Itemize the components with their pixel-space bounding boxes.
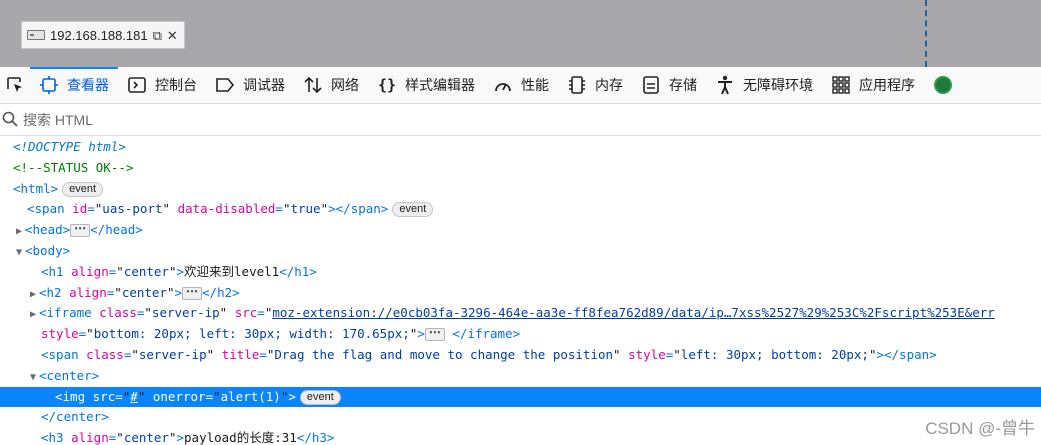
tree-node-body[interactable]: ▼ <body> [0,241,1041,262]
tab-style-editor[interactable]: {} 样式编辑器 [368,67,484,104]
expand-arrow-icon[interactable]: ▶ [27,285,39,304]
tab-performance[interactable]: 性能 [484,67,558,104]
event-badge[interactable]: event [299,389,341,405]
event-badge[interactable]: event [392,202,434,218]
search-icon [2,111,18,130]
tree-node-center-close[interactable]: </center> [0,407,1041,428]
tab-label: 内存 [595,78,623,94]
memory-icon [567,75,587,95]
collapse-arrow-icon[interactable]: ▼ [27,368,39,387]
search-input[interactable] [23,112,323,128]
tab-label: 网络 [331,78,359,94]
ip-chip[interactable]: 192.168.188.181 ⧉ ✕ [21,21,185,49]
extension-icon[interactable] [934,76,952,94]
tree-node-h3[interactable]: <h3 align="center">payload的长度:31</h3> [0,428,1041,445]
tab-application[interactable]: 应用程序 [822,67,924,104]
tab-label: 性能 [521,78,549,94]
tree-node-span-server-ip[interactable]: <span class="server-ip" title="Drag the … [0,345,1041,366]
collapsed-ellipsis[interactable]: ⋯ [424,326,445,342]
tree-node-iframe[interactable]: ▶ <iframe class="server-ip" src="moz-exte… [0,303,1041,324]
expand-arrow-icon[interactable]: ▶ [13,222,25,241]
tree-node-iframe-cont[interactable]: style="bottom: 20px; left: 30px; width: … [0,324,1041,345]
tree-node-head[interactable]: ▶ <head> ⋯ </head> [0,220,1041,241]
tree-node-comment[interactable]: <!--STATUS OK--> [0,158,1041,179]
server-icon [27,30,45,40]
iframe-src-link[interactable]: moz-extension://e0cb03fa-3296-464e-aa3e-… [272,305,994,320]
html-search-bar [0,105,1041,136]
markup-tree: <!DOCTYPE html> <!--STATUS OK--> <html> e… [0,137,1041,445]
tree-node-h1[interactable]: <h1 align="center">欢迎来到level1</h1> [0,262,1041,283]
devtools-toolbar: 查看器 控制台 调试器 网络 {} 样式编辑器 性能 内存 存储 无障碍环境 应… [0,66,1041,104]
tab-label: 样式编辑器 [405,78,475,94]
element-picker-icon[interactable] [0,67,30,104]
tab-accessibility[interactable]: 无障碍环境 [706,67,822,104]
tab-memory[interactable]: 内存 [558,67,632,104]
debugger-icon [215,75,235,95]
ip-address: 192.168.188.181 [50,27,148,43]
network-icon [303,75,323,95]
tab-label: 调试器 [243,78,285,94]
tab-inspector[interactable]: 查看器 [30,66,118,104]
tree-node-span[interactable]: <span id="uas-port" data-disabled="true"… [0,199,1041,220]
drag-guide-line [925,0,927,67]
tab-label: 存储 [669,78,697,94]
tree-node-doctype[interactable]: <!DOCTYPE html> [0,137,1041,158]
tree-node-center[interactable]: ▼ <center> [0,366,1041,387]
application-icon [831,75,851,95]
event-badge[interactable]: event [62,181,104,197]
close-icon[interactable]: ✕ [167,29,178,42]
tab-label: 应用程序 [859,78,915,94]
tab-label: 控制台 [155,78,197,94]
performance-icon [493,75,513,95]
tab-network[interactable]: 网络 [294,67,368,104]
tree-node-img-selected[interactable]: <img src="#" onerror="alert(1)"> event [0,386,1041,408]
style-editor-icon: {} [377,76,397,94]
expand-arrow-icon[interactable]: ▶ [27,305,39,324]
tab-storage[interactable]: 存储 [632,67,706,104]
inspector-icon [39,75,59,95]
console-icon [127,75,147,95]
collapsed-ellipsis[interactable]: ⋯ [182,285,203,300]
collapse-arrow-icon[interactable]: ▼ [13,243,25,262]
tab-debugger[interactable]: 调试器 [206,67,294,104]
tree-node-h2[interactable]: ▶ <h2 align="center"> ⋯ </h2> [0,283,1041,304]
tab-label: 无障碍环境 [743,78,813,94]
watermark: CSDN @-曾牛 [925,419,1035,438]
copy-icon[interactable]: ⧉ [153,29,162,42]
page-viewport: 192.168.188.181 ⧉ ✕ [0,0,1041,67]
tree-node-html[interactable]: <html> event [0,179,1041,200]
storage-icon [641,75,661,95]
collapsed-ellipsis[interactable]: ⋯ [70,222,91,238]
tab-console[interactable]: 控制台 [118,67,206,104]
tab-label: 查看器 [67,78,109,94]
accessibility-icon [715,75,735,95]
